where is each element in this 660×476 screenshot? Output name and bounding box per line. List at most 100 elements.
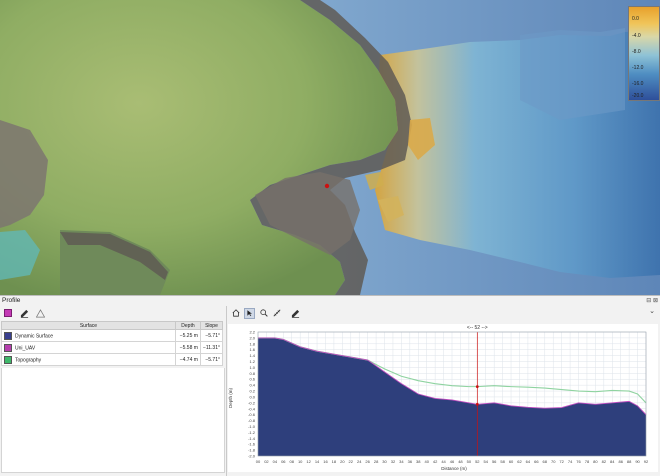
depth-cell: −4.74 m bbox=[174, 353, 201, 366]
x-tick-label: 92 bbox=[644, 459, 649, 464]
y-tick-label: -0.8 bbox=[248, 418, 256, 423]
x-tick-label: 78 bbox=[585, 459, 590, 464]
x-tick-label: 88 bbox=[627, 459, 632, 464]
x-tick-label: 12 bbox=[306, 459, 311, 464]
x-tick-label: 54 bbox=[484, 459, 489, 464]
depth-cell: −5.25 m bbox=[174, 329, 201, 342]
x-tick-label: 76 bbox=[576, 459, 581, 464]
pen-icon[interactable] bbox=[291, 309, 300, 318]
cursor-point-topography bbox=[475, 385, 479, 389]
x-tick-label: 10 bbox=[298, 459, 303, 464]
x-tick-label: 86 bbox=[618, 459, 623, 464]
slope-cell: −11.31° bbox=[199, 341, 224, 354]
surface-name-cell: Dynamic Surface bbox=[1, 329, 176, 342]
y-tick-label: -0.6 bbox=[248, 412, 256, 417]
legend-tick: -12.0 bbox=[632, 65, 644, 71]
y-tick-label: 0.6 bbox=[249, 377, 255, 382]
slope-column-header[interactable]: Slope bbox=[199, 321, 224, 330]
surface-name: Uni_UAV bbox=[15, 344, 36, 351]
x-tick-label: 56 bbox=[492, 459, 497, 464]
x-tick-label: 42 bbox=[433, 459, 438, 464]
x-tick-label: 08 bbox=[290, 459, 295, 464]
x-tick-label: 80 bbox=[593, 459, 598, 464]
x-tick-label: 58 bbox=[500, 459, 505, 464]
profile-marker bbox=[324, 183, 330, 189]
x-tick-label: 04 bbox=[273, 459, 278, 464]
surface-color-swatch[interactable] bbox=[4, 343, 12, 352]
y-axis-label: Depth (m) bbox=[228, 388, 233, 409]
depth-column-header[interactable]: Depth bbox=[174, 321, 201, 330]
x-tick-label: 64 bbox=[526, 459, 531, 464]
x-tick-label: 16 bbox=[323, 459, 328, 464]
y-tick-label: -1.8 bbox=[248, 448, 256, 453]
panel-title: Profile bbox=[2, 297, 21, 304]
home-icon[interactable] bbox=[231, 309, 240, 318]
x-tick-label: 20 bbox=[340, 459, 345, 464]
warning-icon[interactable] bbox=[35, 308, 45, 318]
map-viewport[interactable]: 0.0 -4.0 -8.0 -12.0 -16.0 -20.0 bbox=[0, 0, 660, 295]
y-tick-label: -1.6 bbox=[248, 442, 256, 447]
x-tick-label: 22 bbox=[349, 459, 354, 464]
legend-tick: 0.0 bbox=[632, 16, 639, 22]
map-imagery bbox=[0, 0, 660, 295]
y-tick-label: 1.2 bbox=[249, 359, 255, 364]
x-tick-label: 50 bbox=[467, 459, 472, 464]
pen-icon[interactable] bbox=[19, 308, 29, 318]
legend-tick: -20.0 bbox=[632, 93, 644, 99]
x-tick-label: 26 bbox=[365, 459, 370, 464]
x-tick-label: 72 bbox=[559, 459, 564, 464]
x-tick-label: 90 bbox=[635, 459, 640, 464]
x-tick-label: 36 bbox=[408, 459, 413, 464]
y-tick-label: -1.0 bbox=[248, 424, 256, 429]
profile-toolbar bbox=[231, 307, 300, 319]
surface-table: Surface Depth Slope Dynamic Surface −5.25… bbox=[1, 321, 224, 366]
zoom-icon[interactable] bbox=[259, 309, 268, 318]
x-tick-label: 14 bbox=[315, 459, 320, 464]
x-tick-label: 70 bbox=[551, 459, 556, 464]
panel-window-controls[interactable]: ⊟ ⊠ bbox=[646, 297, 658, 304]
collapse-chevron-icon[interactable]: ⌄ bbox=[649, 307, 655, 315]
legend-tick: -4.0 bbox=[632, 33, 641, 39]
surface-column-header[interactable]: Surface bbox=[1, 321, 176, 330]
table-row[interactable]: Dynamic Surface −5.25 m −5.71° bbox=[1, 329, 224, 342]
x-tick-label: 52 bbox=[475, 459, 480, 464]
depth-cell: −5.58 m bbox=[174, 341, 201, 354]
x-tick-label: 74 bbox=[568, 459, 573, 464]
x-tick-label: 60 bbox=[509, 459, 514, 464]
y-tick-label: 1.8 bbox=[249, 341, 255, 346]
x-tick-label: 62 bbox=[517, 459, 522, 464]
x-tick-label: 84 bbox=[610, 459, 615, 464]
cursor-distance-label: <-- 52 --> bbox=[467, 325, 488, 331]
x-tick-label: 68 bbox=[543, 459, 548, 464]
y-tick-label: -1.2 bbox=[248, 430, 256, 435]
y-tick-label: 0.2 bbox=[249, 389, 255, 394]
x-tick-label: 32 bbox=[391, 459, 396, 464]
y-tick-label: -2.0 bbox=[248, 454, 256, 459]
y-tick-label: -0.4 bbox=[248, 406, 256, 411]
y-tick-label: 1.6 bbox=[249, 347, 255, 352]
measure-icon[interactable] bbox=[272, 309, 281, 318]
pointer-icon[interactable] bbox=[244, 307, 255, 319]
surface-toolbar bbox=[3, 307, 45, 319]
x-tick-label: 66 bbox=[534, 459, 539, 464]
y-tick-label: 1.4 bbox=[249, 353, 255, 358]
depth-color-legend: 0.0 -4.0 -8.0 -12.0 -16.0 -20.0 bbox=[626, 4, 660, 102]
x-axis-label: Distance (m) bbox=[441, 466, 467, 471]
x-tick-label: 28 bbox=[374, 459, 379, 464]
slope-cell: −5.71° bbox=[199, 329, 224, 342]
x-tick-label: 44 bbox=[441, 459, 446, 464]
x-tick-label: 24 bbox=[357, 459, 362, 464]
bathymetry-patch bbox=[520, 28, 625, 120]
table-row[interactable]: Topography −4.74 m −5.71° bbox=[1, 353, 224, 366]
cursor-point-surface bbox=[475, 402, 479, 406]
y-tick-label: 0.0 bbox=[249, 394, 255, 399]
surface-name-cell: Topography bbox=[1, 353, 176, 366]
slope-cell: −5.71° bbox=[199, 353, 224, 366]
add-surface-swatch-icon[interactable] bbox=[3, 308, 13, 318]
profile-chart[interactable]: 2.22.01.81.61.41.21.00.80.60.40.20.0-0.2… bbox=[228, 324, 658, 472]
table-row[interactable]: Uni_UAV −5.58 m −11.31° bbox=[1, 341, 224, 354]
surface-color-swatch[interactable] bbox=[4, 331, 12, 340]
panel-splitter[interactable] bbox=[226, 306, 227, 476]
surface-name: Topography bbox=[15, 356, 42, 363]
surface-color-swatch[interactable] bbox=[4, 355, 12, 364]
